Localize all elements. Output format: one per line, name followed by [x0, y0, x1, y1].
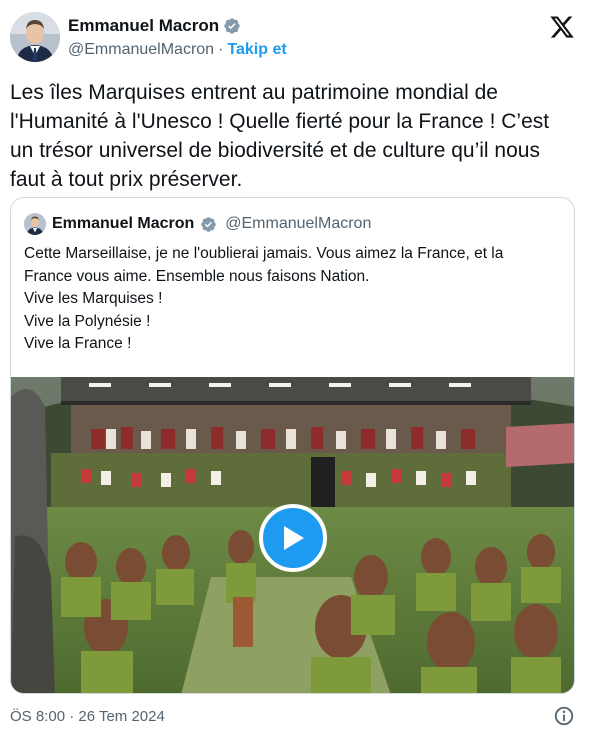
quoted-text-line: Cette Marseillaise, je ne l'oublierai ja… [24, 245, 504, 262]
author-name-line: Emmanuel Macron [68, 16, 241, 36]
info-icon[interactable] [553, 705, 575, 727]
author-handle-line: @EmmanuelMacron · Takip et [68, 41, 287, 59]
quoted-header: Emmanuel Macron @EmmanuelMacron [24, 213, 371, 235]
quoted-text-line: Vive la France ! [24, 335, 132, 352]
quoted-text-line: France vous aime. Ensemble nous faisons … [24, 267, 370, 285]
tweet-header: Emmanuel Macron @EmmanuelMacron · Takip … [10, 12, 579, 68]
follow-button[interactable]: Takip et [227, 41, 286, 59]
author-name[interactable]: Emmanuel Macron [68, 16, 219, 36]
author-avatar[interactable] [10, 12, 60, 62]
tweet-text: Les îles Marquises entrent au patrimoine… [10, 81, 550, 191]
tweet-timestamp[interactable]: ÖS 8:00 · 26 Tem 2024 [10, 708, 165, 725]
quoted-author-avatar [24, 213, 46, 235]
verified-badge-icon [201, 216, 217, 232]
tweet-footer: ÖS 8:00 · 26 Tem 2024 [10, 705, 575, 729]
verified-badge-icon [224, 18, 240, 34]
quoted-text-line: Vive la Polynésie ! [24, 312, 151, 330]
quoted-author-handle: @EmmanuelMacron [225, 215, 372, 232]
quoted-tweet-card[interactable]: Emmanuel Macron @EmmanuelMacron Cette Ma… [10, 197, 575, 694]
quoted-text: Cette Marseillaise, je ne l'oublierai ja… [24, 243, 564, 356]
quoted-text-line: Vive les Marquises ! [24, 290, 163, 307]
separator-dot: · [218, 41, 224, 58]
quoted-author-name: Emmanuel Macron [52, 215, 195, 232]
play-button[interactable] [259, 504, 327, 572]
x-logo-icon[interactable] [549, 14, 575, 40]
video-thumbnail[interactable] [11, 377, 574, 693]
author-handle[interactable]: @EmmanuelMacron [68, 41, 214, 59]
play-icon [284, 526, 304, 550]
